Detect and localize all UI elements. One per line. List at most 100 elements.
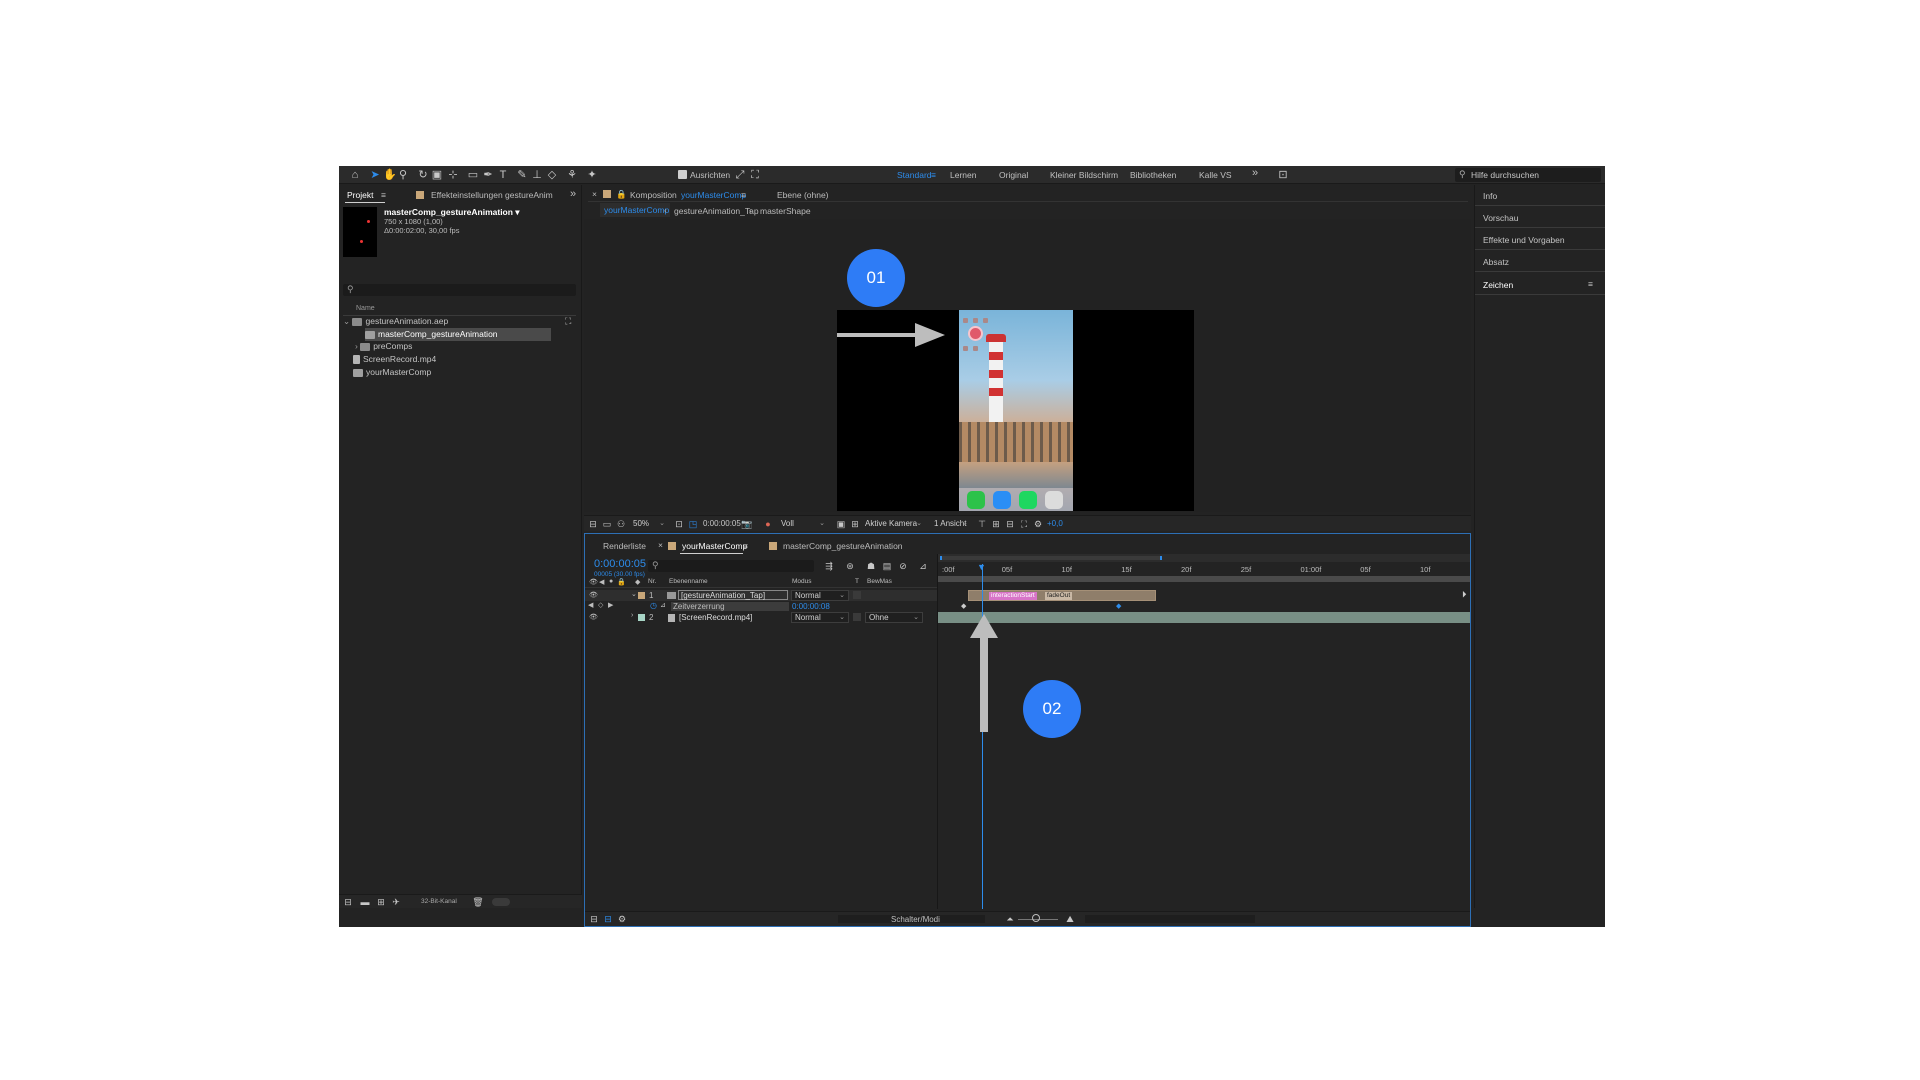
- always-preview-icon[interactable]: ⊟: [587, 518, 599, 530]
- toggle-pixel-icon[interactable]: ⊤: [976, 518, 988, 530]
- layer-bar-2[interactable]: [938, 612, 1470, 623]
- column-layer-name[interactable]: Ebenenname: [669, 578, 708, 585]
- work-area-bar[interactable]: [938, 576, 1470, 582]
- tree-item-precomps[interactable]: › preComps: [355, 340, 587, 353]
- project-settings-icon[interactable]: ✈: [390, 896, 402, 908]
- in-out-icon[interactable]: ⚙: [616, 913, 628, 925]
- motion-blur-icon[interactable]: ⊘: [897, 560, 909, 572]
- puppet-pin-icon[interactable]: ✦: [586, 169, 598, 181]
- tab-project[interactable]: Projekt: [347, 190, 373, 200]
- tree-item-project-file[interactable]: ⌄ gestureAnimation.aep: [343, 315, 575, 328]
- exposure-value[interactable]: +0,0: [1047, 519, 1063, 528]
- snap-options-icon[interactable]: ⛶: [749, 169, 761, 181]
- align-checkbox[interactable]: [678, 170, 687, 179]
- workspace-kleiner-bildschirm[interactable]: Kleiner Bildschirm: [1050, 170, 1118, 180]
- region-of-interest-icon[interactable]: ◳: [687, 518, 699, 530]
- eraser-tool-icon[interactable]: ◇: [546, 169, 558, 181]
- layer-name[interactable]: [gestureAnimation_Tap]: [678, 590, 788, 600]
- project-search-input[interactable]: ⚲: [343, 284, 576, 296]
- views-dropdown[interactable]: 1 Ansicht ⌄: [930, 518, 972, 529]
- next-keyframe-icon[interactable]: ▶: [608, 601, 613, 609]
- zoom-out-icon[interactable]: ⏶: [1004, 913, 1016, 925]
- snap-icon[interactable]: ⤢: [734, 169, 746, 181]
- panel-absatz[interactable]: Absatz: [1483, 257, 1509, 267]
- zoom-tool-icon[interactable]: ⚲: [397, 169, 409, 181]
- transfer-controls-icon[interactable]: ⊟: [602, 913, 614, 925]
- grid-icon[interactable]: ⊞: [849, 518, 861, 530]
- add-keyframe-icon[interactable]: ◇: [598, 601, 603, 609]
- zoom-dropdown[interactable]: 50% ⌄: [629, 518, 669, 529]
- bit-depth-label[interactable]: 32-Bit-Kanal: [421, 898, 457, 905]
- viewer-timecode[interactable]: 0:00:00:05: [703, 519, 741, 528]
- time-ruler[interactable]: :00f 05f 10f 15f 20f 25f 01:00f 05f 10f: [938, 562, 1470, 576]
- lock-column-icon[interactable]: 🔒: [617, 578, 626, 586]
- workspace-lernen[interactable]: Lernen: [950, 170, 976, 180]
- workspace-kalle-vs[interactable]: Kalle VS: [1199, 170, 1232, 180]
- layer-bar-1[interactable]: interactionStart fadeOut: [968, 590, 1156, 601]
- prev-keyframe-icon[interactable]: ◀: [588, 601, 593, 609]
- work-area-navigator[interactable]: [938, 554, 1470, 562]
- panel-vorschau[interactable]: Vorschau: [1483, 213, 1518, 223]
- comp-viewer[interactable]: 01: [584, 219, 1471, 512]
- label-column-icon[interactable]: ◆: [635, 578, 640, 586]
- audio-column-icon[interactable]: ◀: [599, 578, 604, 586]
- timeline-search-input[interactable]: ⚲: [648, 560, 814, 572]
- zoom-slider-handle[interactable]: [1032, 914, 1040, 922]
- shy-icon[interactable]: ☗: [865, 560, 877, 572]
- stopwatch-icon[interactable]: ◷: [650, 601, 657, 610]
- column-name-header[interactable]: Name: [356, 305, 375, 312]
- panel-zeichen[interactable]: Zeichen: [1483, 280, 1513, 290]
- flowchart-icon[interactable]: ⛶: [565, 316, 571, 327]
- display-icon[interactable]: ▭: [601, 518, 613, 530]
- close-tab-icon[interactable]: ×: [658, 540, 663, 550]
- timeline-graph[interactable]: :00f 05f 10f 15f 20f 25f 01:00f 05f 10f interact…: [938, 554, 1470, 909]
- workspace-menu-icon[interactable]: ≡: [931, 170, 936, 180]
- zoom-in-icon[interactable]: ⛰: [1064, 913, 1076, 925]
- layer-row-1[interactable]: 👁 ⌄ 1 [gestureAnimation_Tap] Normal ⌄: [585, 590, 937, 601]
- layer-name[interactable]: [ScreenRecord.mp4]: [679, 613, 752, 622]
- panel-menu-icon[interactable]: ≡: [743, 541, 748, 551]
- color-channel-icon[interactable]: ●: [762, 518, 774, 530]
- text-tool-icon[interactable]: T: [497, 169, 509, 181]
- home-icon[interactable]: ⌂: [349, 169, 361, 181]
- blend-mode-dropdown[interactable]: Normal ⌄: [791, 612, 849, 623]
- thumbnail-size-slider[interactable]: [492, 898, 510, 906]
- close-tab-icon[interactable]: ×: [592, 189, 597, 199]
- transparency-grid-icon[interactable]: ▣: [835, 518, 847, 530]
- new-folder-icon[interactable]: ▬: [359, 896, 371, 908]
- frame-blending-icon[interactable]: ▤: [881, 560, 893, 572]
- selection-tool-icon[interactable]: ➤: [369, 169, 381, 181]
- camera-tool-icon[interactable]: ▣: [431, 169, 443, 181]
- help-search-input[interactable]: ⚲ Hilfe durchsuchen: [1455, 168, 1601, 182]
- breadcrumb-current[interactable]: yourMasterComp: [600, 203, 670, 217]
- layer-label-color[interactable]: [638, 592, 645, 599]
- keyframe-icon[interactable]: ◆: [961, 602, 966, 610]
- marker-interaction-start[interactable]: interactionStart: [989, 592, 1037, 600]
- reset-exposure-icon[interactable]: ⚙: [1032, 518, 1044, 530]
- column-mode[interactable]: Modus: [792, 578, 812, 585]
- layer-label-color[interactable]: [638, 614, 645, 621]
- workspace-overflow-icon[interactable]: »: [1252, 167, 1258, 179]
- expand-chevron-icon[interactable]: ›: [631, 612, 633, 619]
- fit-icon[interactable]: ⊡: [673, 518, 685, 530]
- timeline-scrollbar[interactable]: [1085, 915, 1255, 923]
- mask-icon[interactable]: ⚇: [615, 518, 627, 530]
- composition-tab-name[interactable]: yourMasterComp: [681, 190, 746, 200]
- visibility-toggle-icon[interactable]: 👁: [589, 613, 598, 621]
- rotate-tool-icon[interactable]: ↻: [417, 169, 429, 181]
- breadcrumb-tap[interactable]: gestureAnimation_Tap: [674, 206, 759, 216]
- new-comp-icon[interactable]: ⊞: [375, 896, 387, 908]
- tab-effect-controls[interactable]: Effekteinstellungen gestureAnim: [431, 190, 553, 200]
- column-t[interactable]: T: [855, 578, 859, 585]
- lock-icon[interactable]: 🔒: [616, 189, 627, 200]
- breadcrumb-master-shape[interactable]: masterShape: [760, 206, 811, 216]
- track-matte-dropdown[interactable]: Ohne ⌄: [865, 612, 923, 623]
- share-icon[interactable]: ⊡: [1277, 169, 1289, 181]
- current-time-head-icon[interactable]: ▼: [977, 562, 986, 572]
- composition-tab-prefix[interactable]: Komposition: [630, 190, 677, 200]
- interpret-footage-icon[interactable]: ⊟: [342, 896, 354, 908]
- fast-preview-icon[interactable]: ⊞: [990, 518, 1002, 530]
- timeline-timecode[interactable]: 0:00:00:05: [594, 558, 646, 570]
- roto-brush-icon[interactable]: ⚘: [566, 169, 578, 181]
- pen-tool-icon[interactable]: ✒: [482, 169, 494, 181]
